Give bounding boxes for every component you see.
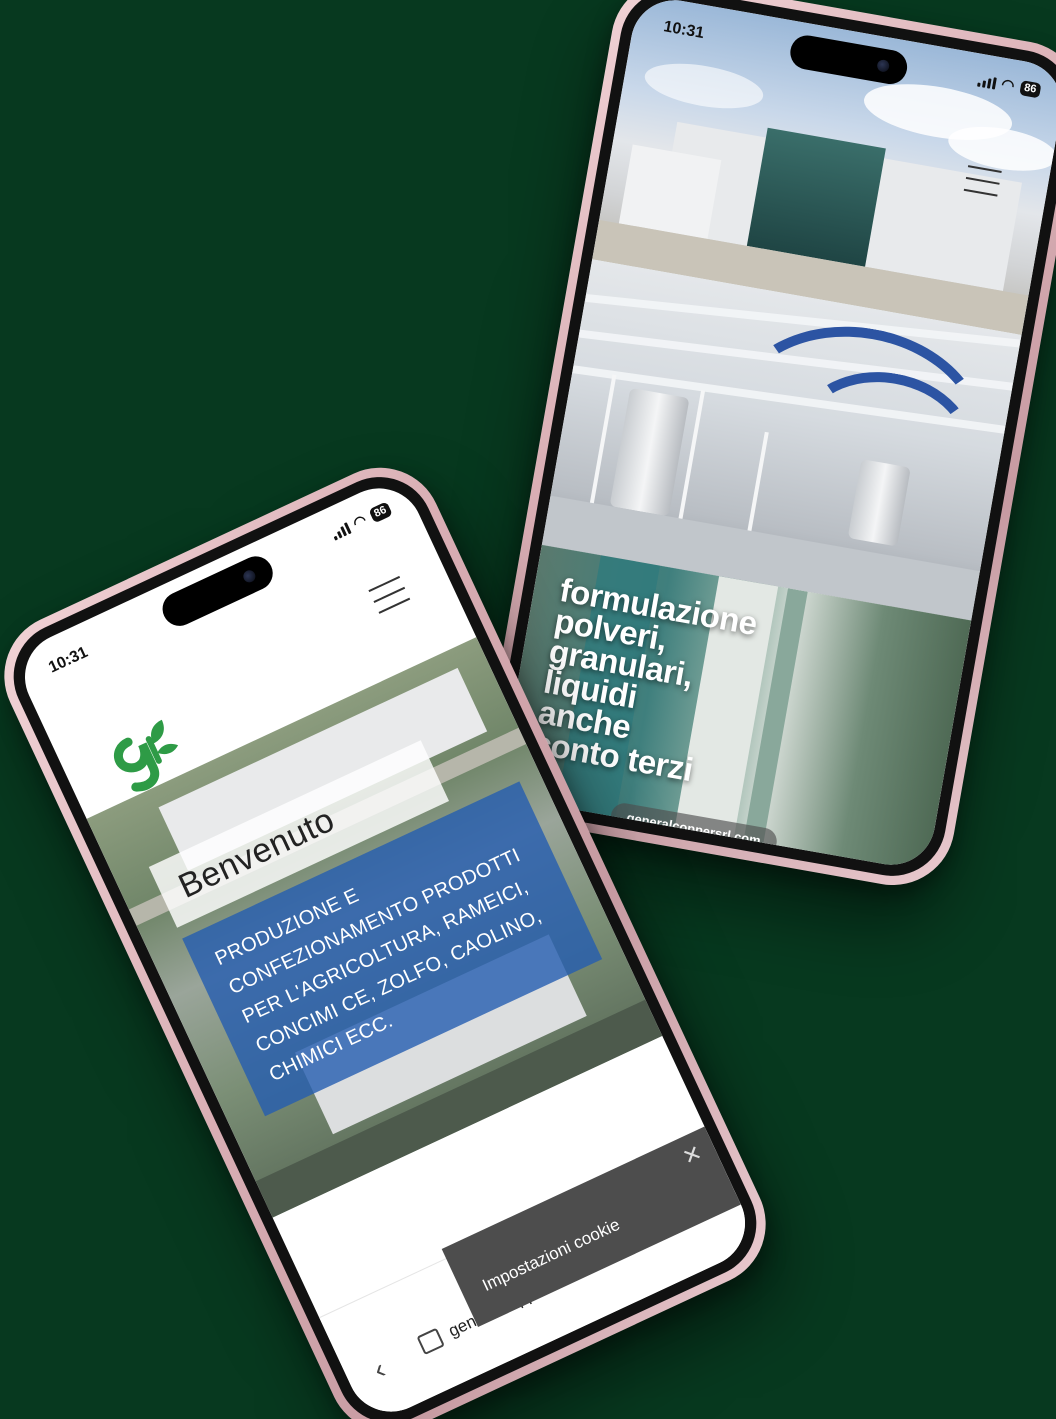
status-icons: ◠ 86: [976, 73, 1042, 99]
menu-button[interactable]: [963, 165, 1002, 197]
mockup-stage: 10:31 ◠ 86 formulazione polveri, granula…: [0, 0, 1056, 1419]
battery-icon: 86: [368, 501, 393, 524]
phone-right: 10:31 ◠ 86 formulazione polveri, granula…: [474, 0, 1056, 895]
wifi-icon: ◠: [999, 75, 1016, 95]
battery-icon: 86: [1018, 80, 1042, 99]
signal-icon: [976, 74, 997, 90]
phone-right-screen: 10:31 ◠ 86 formulazione polveri, granula…: [497, 0, 1056, 872]
hero-headline: formulazione polveri, granulari, liquidi…: [530, 571, 760, 792]
status-bar: 10:31 ◠ 86: [16, 487, 418, 696]
status-icons: ◠ 86: [329, 501, 393, 541]
signal-icon: [330, 521, 352, 541]
status-time: 10:31: [46, 643, 91, 677]
tabs-icon[interactable]: [416, 1327, 445, 1356]
menu-button[interactable]: [368, 575, 411, 614]
back-icon[interactable]: ‹: [369, 1353, 391, 1386]
phone-right-bezel: 10:31 ◠ 86 formulazione polveri, granula…: [484, 0, 1056, 885]
close-icon[interactable]: ✕: [679, 1140, 707, 1171]
status-time: 10:31: [662, 18, 706, 43]
wifi-icon: ◠: [350, 511, 370, 533]
